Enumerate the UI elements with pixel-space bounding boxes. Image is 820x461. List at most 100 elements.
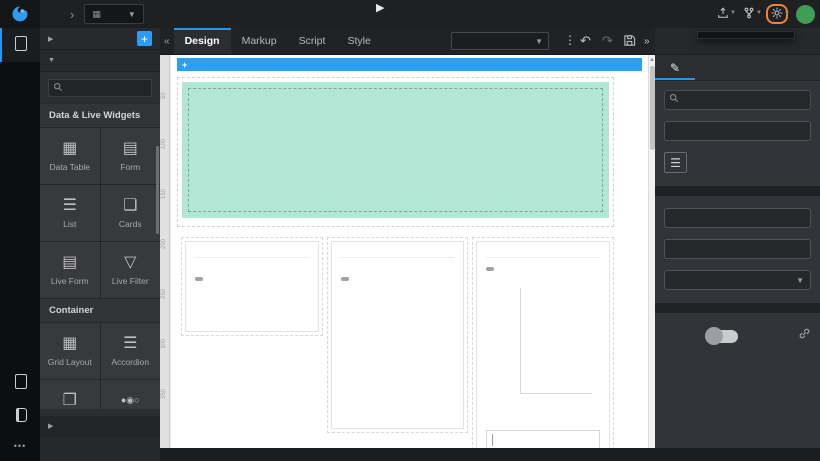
tab-script[interactable]: Script [288, 28, 337, 54]
widget-tile-cards[interactable]: ❏ Cards [101, 185, 161, 241]
properties-search-input[interactable] [664, 90, 811, 110]
widget-grid: ▦ Data Table ▤Form☰List ❏ Cards ▤Live Form▽Li… [40, 128, 160, 298]
expanded-arrow-icon: ▼ [48, 57, 55, 64]
widget-tile-wizard[interactable]: ●◉○Wizard [101, 380, 161, 409]
ruler-tick: 250 [161, 289, 167, 299]
stat-card-today-s-visits[interactable] [182, 82, 609, 218]
show-property-row [664, 327, 811, 345]
chevron-down-icon: ▼ [128, 10, 136, 19]
collapse-panel-icon[interactable]: « [164, 36, 170, 47]
properties-tabs: ✎ [655, 55, 820, 81]
user-avatar[interactable] [796, 5, 815, 24]
chevron-down-icon: ▼ [756, 10, 762, 16]
widget-tile-label: Grid Layout [48, 357, 92, 367]
chevron-down-icon: ▼ [784, 11, 790, 17]
app-logo[interactable] [0, 0, 40, 28]
save-icon[interactable] [623, 34, 636, 52]
tab-markup[interactable]: Markup [231, 28, 288, 54]
widget-tile-grid-layout[interactable]: ▦Grid Layout [40, 323, 100, 379]
pencil-icon: ✎ [670, 61, 680, 75]
templates-icon [15, 36, 27, 51]
widget-tile-live-form[interactable]: ▤Live Form [40, 242, 100, 298]
columns-select[interactable]: ▼ [664, 270, 811, 290]
tab-style[interactable]: Style [336, 28, 381, 54]
widget-tile-label: Form [120, 162, 140, 172]
stat-card-content [188, 88, 603, 212]
origin-filter-input[interactable] [486, 430, 600, 448]
design-canvas: 50100150200250300350 + [160, 55, 655, 448]
left-panel: ▶ + ▼ Data & Live Widgets ▦ Data Table ▤For… [40, 28, 160, 461]
screen-size-dropdown[interactable]: ▼ [451, 32, 549, 50]
visitors-origin-panel[interactable] [476, 241, 610, 448]
collapsed-arrow-icon: ▶ [48, 35, 53, 43]
canvas-scrollbar[interactable]: ▲ [648, 55, 655, 448]
left-panel-scrollbar[interactable] [156, 146, 159, 234]
widget-tile-label: Cards [119, 219, 142, 229]
insert-row-icon[interactable]: ☰ [664, 152, 687, 173]
grid-cell [472, 237, 614, 448]
widget-tile-form[interactable]: ▤Form [101, 128, 161, 184]
widget-search-input[interactable] [48, 79, 152, 97]
widget-tile-accordion[interactable]: ☰Accordion [101, 323, 161, 379]
widget-tile-live-filter[interactable]: ▽Live Filter [101, 242, 161, 298]
more-options-icon[interactable]: ••• [0, 433, 40, 459]
brand-logo-icon [11, 5, 29, 23]
kebab-menu-icon[interactable]: ⋮ [564, 33, 576, 49]
redo-icon[interactable]: ↷ [602, 33, 613, 50]
data-table-icon: ▦ [62, 141, 77, 157]
expand-panel-icon[interactable]: » [644, 35, 650, 48]
templates-header-row[interactable]: ▶ + [40, 28, 160, 50]
widget-grid: ▦Grid Layout☰Accordion❐Tabs●◉○Wizard [40, 323, 160, 409]
width-field[interactable] [664, 208, 811, 228]
visitors-panel[interactable] [331, 241, 465, 429]
widget-tile-label: Data Table [50, 162, 90, 172]
page-selector-dropdown[interactable]: ▦ ▼ [84, 4, 143, 24]
preview-button[interactable]: ▶ [376, 3, 384, 15]
properties-panel: ✎ ☰ ▼ [655, 28, 820, 448]
rail-item-templates[interactable] [0, 28, 40, 62]
ruler-tick: 300 [161, 339, 167, 349]
export-icon [717, 7, 729, 19]
search-icon [669, 93, 679, 103]
bind-property-link-icon[interactable] [798, 327, 811, 345]
chevron-down-icon: ▼ [535, 37, 543, 46]
panel-title [486, 250, 600, 258]
widget-tile-list[interactable]: ☰List [40, 185, 100, 241]
add-template-button[interactable]: + [137, 31, 152, 46]
vcs-button[interactable]: ▼ [740, 5, 758, 23]
center-area: « DesignMarkupScriptStyle ▼ ⋮ ↶ ↷ » 5010… [160, 28, 655, 448]
widgets-header-row[interactable]: ▼ [40, 50, 160, 72]
gear-icon [771, 7, 783, 19]
cards-icon: ❏ [123, 198, 137, 214]
page-structure-header-row[interactable]: ▶ [40, 416, 160, 437]
height-field[interactable] [664, 239, 811, 259]
panel-title [195, 250, 309, 258]
show-toggle[interactable] [706, 330, 738, 343]
behavior-section-header [655, 303, 820, 313]
name-field[interactable] [664, 121, 811, 141]
ruler-tick: 200 [161, 239, 167, 249]
widget-tile-data-table[interactable]: ▦ Data Table [40, 128, 100, 184]
widget-tile-tabs[interactable]: ❐Tabs [40, 380, 100, 409]
plot-area [520, 288, 592, 394]
page-icon: ▦ [92, 9, 101, 20]
export-button[interactable]: ▼ [714, 5, 732, 23]
widget-tile-label: List [63, 219, 76, 229]
accordion-icon: ☰ [123, 336, 137, 352]
representational-data-badge [486, 267, 494, 271]
design-toolbar: « DesignMarkupScriptStyle ▼ ⋮ ↶ ↷ » [160, 28, 655, 55]
editor-tabs: DesignMarkupScriptStyle [174, 28, 382, 54]
topbar-actions: ▼ ▼ ▼ [714, 0, 820, 28]
selected-widget-bar[interactable]: + [177, 58, 642, 71]
undo-icon[interactable]: ↶ [580, 33, 591, 50]
settings-button[interactable]: ▼ [766, 4, 788, 24]
origin-bar-chart [486, 284, 600, 416]
properties-search [664, 89, 811, 110]
rail-item-tutorials[interactable] [0, 366, 40, 400]
rail-item-logs[interactable] [0, 400, 40, 433]
canvas-page[interactable]: + [171, 55, 648, 448]
tab-properties[interactable]: ✎ [655, 55, 695, 80]
tab-design[interactable]: Design [174, 28, 231, 54]
visitors-analytics-panel[interactable] [185, 241, 319, 332]
widget-section-title: Data & Live Widgets [40, 103, 160, 128]
